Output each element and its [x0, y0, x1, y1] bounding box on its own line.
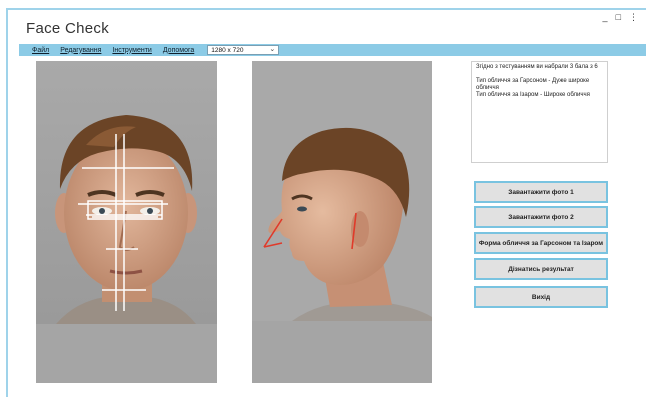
get-result-button[interactable]: Дізнатись результат: [474, 258, 608, 280]
results-textarea[interactable]: Згідно з тестуванням ви набрали 3 бала з…: [471, 61, 608, 163]
resolution-dropdown[interactable]: 1280 x 720 ⌄: [207, 45, 280, 55]
minimize-icon[interactable]: _: [603, 12, 608, 23]
menu-edit[interactable]: Редагування: [60, 47, 101, 54]
result-izar: Тип обличчя за Ізаром - Широке обличчя: [476, 92, 590, 98]
load-photo-1-button[interactable]: Завантажити фото 1: [474, 181, 608, 203]
exit-button[interactable]: Вихід: [474, 286, 608, 308]
maximize-icon[interactable]: □: [616, 12, 621, 23]
front-photo-panel: [36, 61, 217, 383]
menu-file[interactable]: Файл: [32, 47, 49, 54]
result-garson: Тип обличчя за Гарсоном - Дуже широке об…: [476, 78, 590, 91]
chevron-down-icon: ⌄: [269, 46, 276, 53]
menu-bar: Файл Редагування Інструменти Допомога 12…: [19, 44, 646, 56]
window-controls: _ □ ⋮: [603, 12, 638, 23]
profile-photo-panel: [252, 61, 432, 383]
face-shape-button[interactable]: Форма обличчя за Гарсоном та Ізаром: [474, 232, 608, 254]
profile-face-photo: [252, 61, 432, 383]
menu-help[interactable]: Допомога: [163, 47, 194, 54]
resolution-value: 1280 x 720: [211, 47, 244, 54]
more-icon[interactable]: ⋮: [629, 12, 638, 23]
front-face-photo: [36, 61, 217, 383]
window-frame-left: [6, 8, 8, 397]
window-title: Face Check: [26, 20, 110, 37]
load-photo-2-button[interactable]: Завантажити фото 2: [474, 206, 608, 228]
result-score: Згідно з тестуванням ви набрали 3 бала з…: [476, 64, 598, 70]
menu-tools[interactable]: Інструменти: [112, 47, 151, 54]
window-frame-top: [6, 8, 646, 10]
